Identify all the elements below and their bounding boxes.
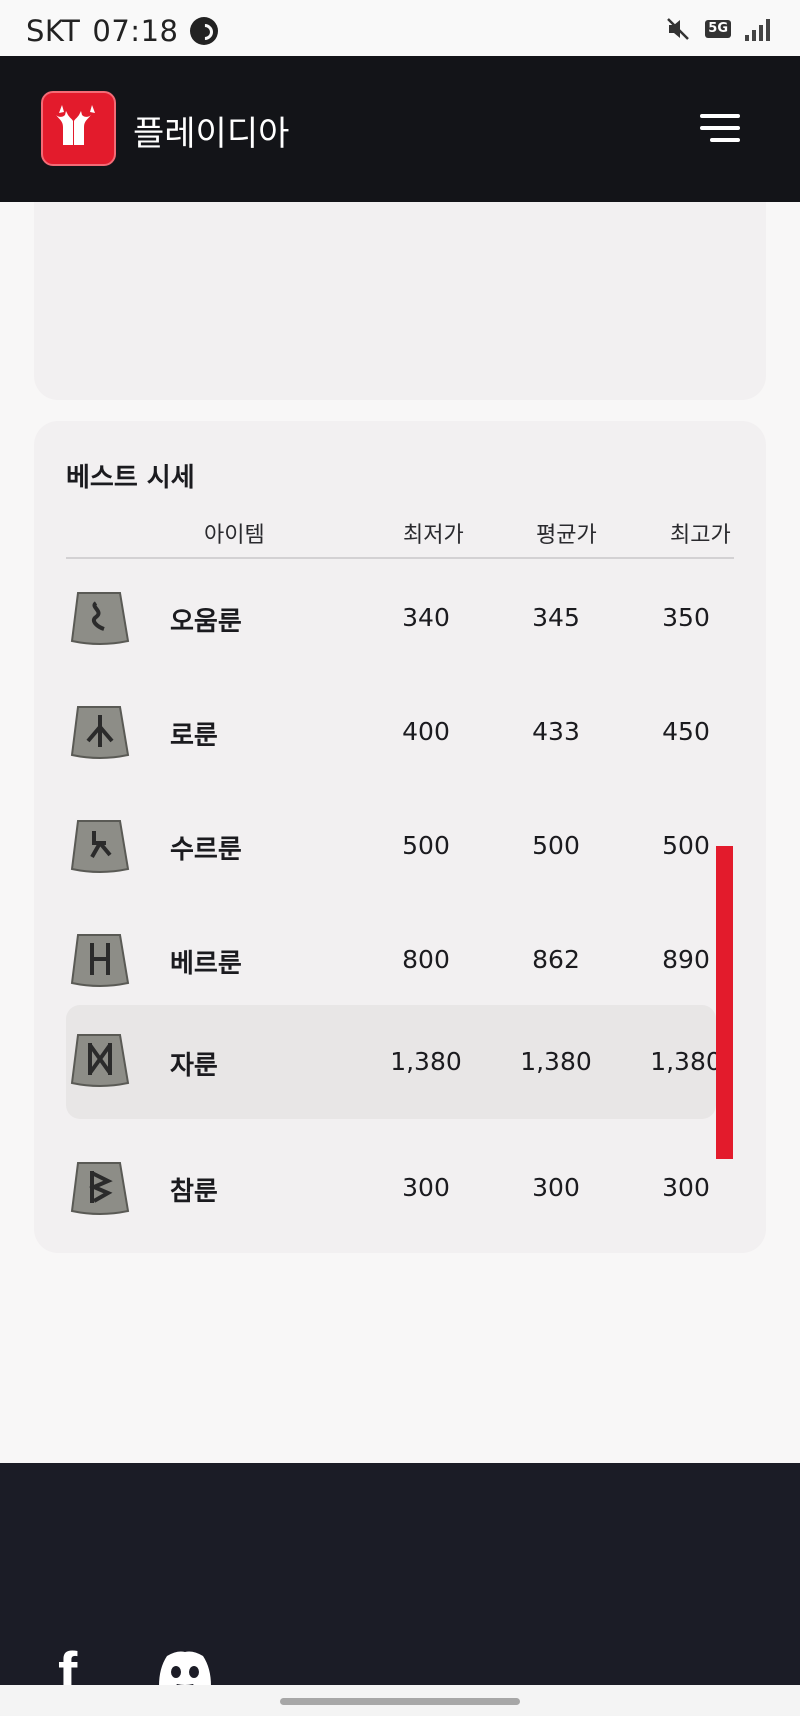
zod-rune-icon	[70, 1034, 130, 1087]
min-price: 1,380	[390, 1047, 462, 1076]
home-handle[interactable]	[280, 1698, 520, 1705]
signal-icon	[745, 17, 770, 41]
table-row[interactable]: 로룬 400 433 450	[66, 685, 716, 799]
min-price: 340	[402, 603, 450, 632]
max-price: 350	[662, 603, 710, 632]
table-row[interactable]: 참룬 300 300 300	[66, 1141, 716, 1255]
carrier-label: SKT	[26, 14, 81, 48]
column-item: 아이템	[204, 523, 265, 548]
section-title: 베스트 시세	[66, 463, 195, 493]
min-price: 400	[402, 717, 450, 746]
shazam-icon	[190, 17, 219, 45]
rune-name: 자룬	[170, 1051, 218, 1081]
content-card	[34, 202, 766, 400]
rune-name: 베르룬	[170, 949, 242, 979]
min-price: 300	[402, 1173, 450, 1202]
site-footer	[0, 1463, 800, 1685]
price-table-card: 베스트 시세 아이템 최저가 평균가 최고가 오움룬 340 345 350 로…	[34, 421, 766, 1253]
sur-rune-icon	[70, 820, 130, 873]
lo-rune-icon	[70, 706, 130, 759]
scroll-indicator[interactable]	[716, 846, 733, 1159]
avg-price: 862	[532, 945, 580, 974]
rune-name: 로룬	[170, 721, 218, 751]
min-price: 800	[402, 945, 450, 974]
column-max-price: 최고가	[670, 523, 731, 548]
table-header: 아이템 최저가 평균가 최고가	[66, 517, 734, 559]
table-row-highlighted[interactable]: 자룬 1,380 1,380 1,380	[66, 1005, 722, 1119]
status-bar: SKT 07:18 5G	[0, 0, 800, 56]
mute-icon	[667, 18, 690, 40]
column-min-price: 최저가	[403, 523, 464, 548]
table-row[interactable]: 수르룬 500 500 500	[66, 799, 716, 913]
system-nav-bar	[0, 1685, 800, 1716]
max-price: 450	[662, 717, 710, 746]
rune-name: 오움룬	[170, 607, 242, 637]
rune-name: 참룬	[170, 1177, 218, 1207]
avg-price: 345	[532, 603, 580, 632]
column-avg-price: 평균가	[536, 523, 597, 548]
rune-name: 수르룬	[170, 835, 242, 865]
ohm-rune-icon	[70, 592, 130, 645]
network-5g-icon: 5G	[705, 20, 731, 38]
avg-price: 500	[532, 831, 580, 860]
clock: 07:18	[92, 14, 179, 48]
logo-icon[interactable]	[41, 91, 116, 166]
cham-rune-icon	[70, 1162, 130, 1215]
menu-icon[interactable]	[700, 114, 740, 142]
brand-name[interactable]: 플레이디아	[133, 106, 289, 155]
avg-price: 433	[532, 717, 580, 746]
table-row[interactable]: 오움룬 340 345 350	[66, 571, 716, 685]
max-price: 300	[662, 1173, 710, 1202]
ber-rune-icon	[70, 934, 130, 987]
min-price: 500	[402, 831, 450, 860]
avg-price: 1,380	[520, 1047, 592, 1076]
site-header: 플레이디아	[0, 56, 800, 202]
avg-price: 300	[532, 1173, 580, 1202]
